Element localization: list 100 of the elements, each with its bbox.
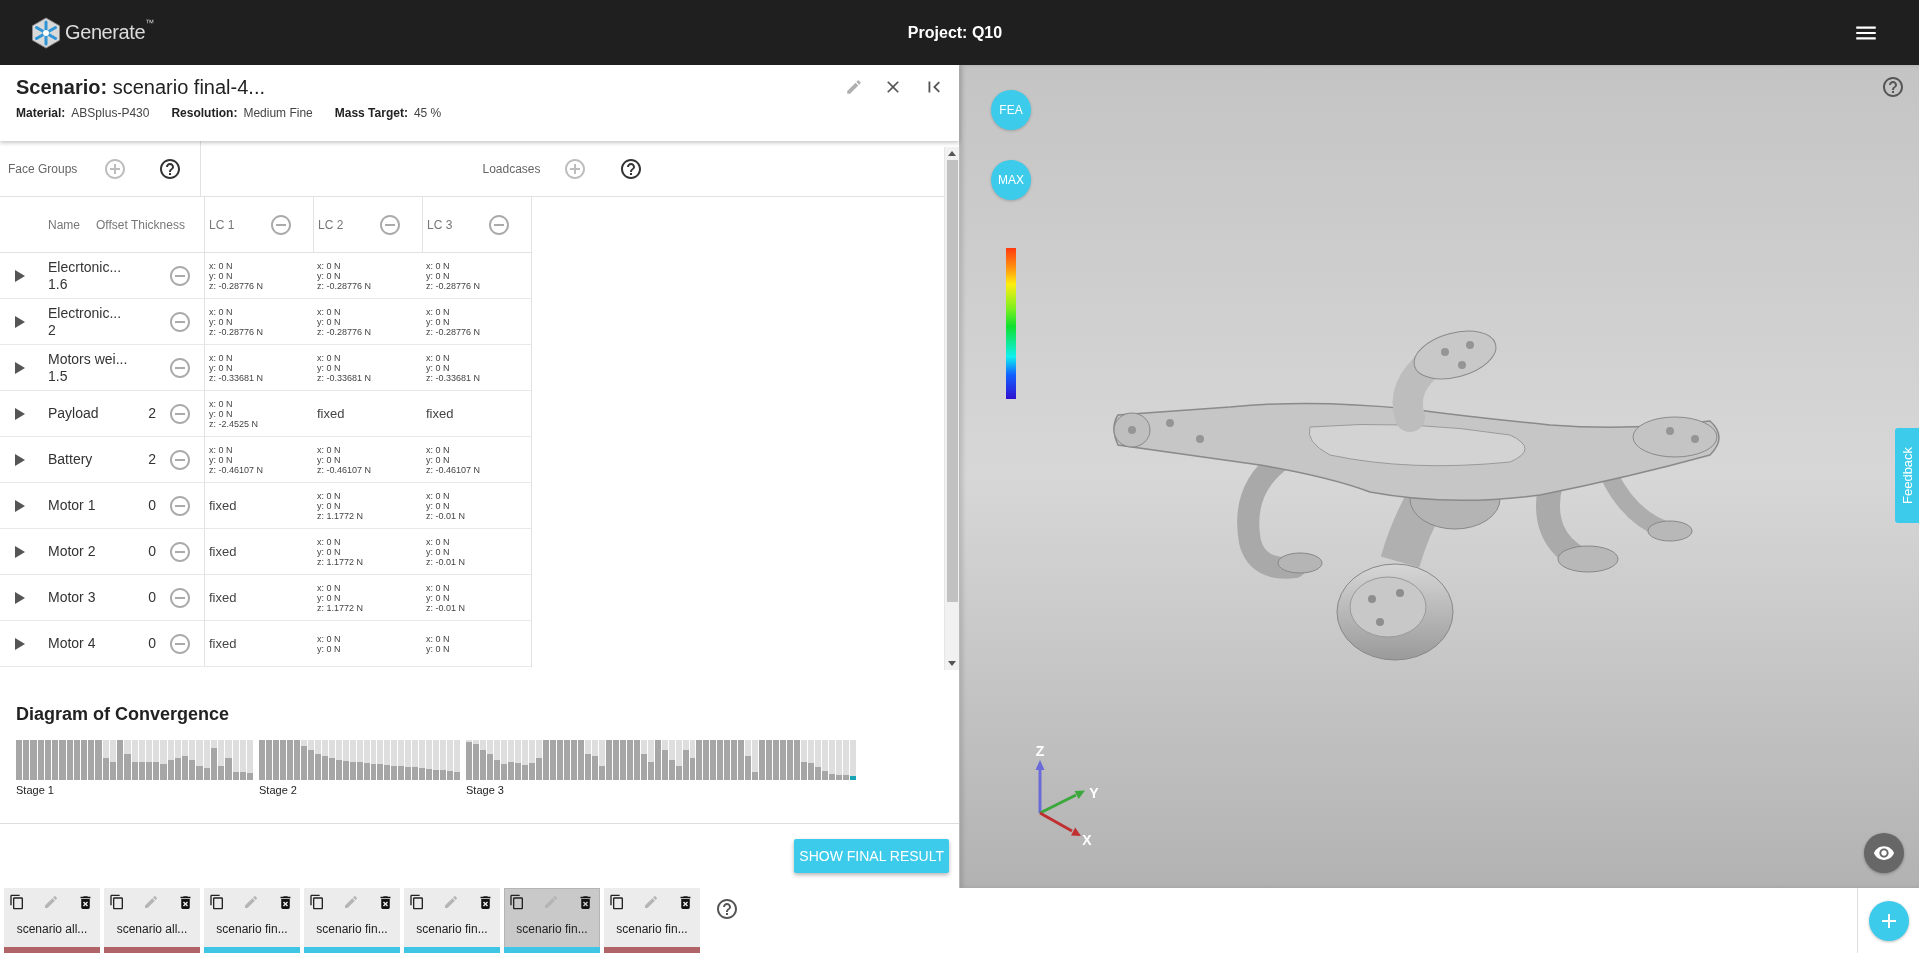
expand-icon[interactable] — [15, 499, 25, 512]
field-value: ABSplus-P430 — [71, 105, 150, 121]
axis-label: Z — [1035, 743, 1045, 759]
force-value: x: 0 N — [317, 490, 341, 501]
scenario-tab[interactable]: scenario fin... — [204, 888, 300, 953]
expand-icon[interactable] — [15, 361, 25, 374]
load-value: fixed — [209, 590, 237, 605]
stage-label: Stage 3 — [466, 784, 504, 797]
force-value: x: 0 N — [426, 633, 450, 644]
expand-icon[interactable] — [15, 545, 25, 558]
force-value: z: -2.4525 N — [209, 418, 259, 429]
copy-icon[interactable] — [309, 894, 325, 910]
x-axis-arrow — [1039, 811, 1081, 836]
scenario-tab[interactable]: scenario all... — [4, 888, 100, 953]
force-value: y: 0 N — [426, 643, 450, 654]
row-name: Motor 3 — [48, 589, 96, 606]
expand-icon[interactable] — [15, 453, 25, 466]
force-value: x: 0 N — [317, 633, 341, 644]
row-name: Motor 2 — [48, 543, 96, 560]
force-value: x: 0 N — [317, 582, 341, 593]
expand-icon[interactable] — [15, 315, 25, 328]
stage-label: Stage 2 — [259, 784, 297, 797]
force-value: x: 0 N — [317, 444, 341, 455]
row-name: Payload — [48, 405, 99, 422]
row-name: Motors wei... — [48, 350, 128, 368]
force-value: z: -0.33681 N — [209, 372, 264, 383]
field-label: Material: — [16, 105, 66, 121]
copy-icon[interactable] — [209, 894, 225, 910]
row-name: Electronic... — [48, 304, 122, 322]
offset-value: 2 — [148, 451, 156, 468]
visibility-button[interactable] — [1864, 833, 1904, 873]
load-value: fixed — [209, 544, 237, 559]
force-value: x: 0 N — [426, 352, 450, 363]
column-header: LC 3 — [427, 217, 453, 232]
copy-icon[interactable] — [109, 894, 125, 910]
force-value: z: 1.1772 N — [317, 510, 364, 521]
force-value: x: 0 N — [426, 306, 450, 317]
copy-icon[interactable] — [509, 894, 525, 910]
load-value: fixed — [209, 498, 237, 513]
scenario-tab[interactable]: scenario fin... — [504, 888, 600, 953]
load-value: fixed — [209, 636, 237, 651]
expand-icon[interactable] — [15, 591, 25, 604]
force-value: z: -0.28776 N — [209, 326, 264, 337]
force-value: y: 0 N — [317, 546, 341, 557]
field-value: Medium Fine — [243, 105, 313, 121]
face-groups-label: Face Groups — [8, 161, 79, 176]
copy-icon[interactable] — [609, 894, 625, 910]
force-value: y: 0 N — [317, 362, 341, 373]
help-icon[interactable] — [715, 897, 739, 921]
offset-value: 1.5 — [48, 367, 68, 385]
offset-value: 1.6 — [48, 275, 68, 293]
help-icon[interactable] — [618, 156, 643, 181]
convergence-title: Diagram of Convergence — [16, 703, 230, 725]
copy-icon[interactable] — [409, 894, 425, 910]
force-value: x: 0 N — [317, 536, 341, 547]
arrow-down-icon[interactable] — [948, 661, 956, 666]
force-value: y: 0 N — [426, 362, 450, 373]
force-value: z: -0.28776 N — [317, 326, 372, 337]
force-value: y: 0 N — [209, 454, 233, 465]
project-title: Project: Q10 — [907, 23, 1003, 42]
arrow-up-icon[interactable] — [948, 151, 956, 156]
load-value: fixed — [426, 406, 454, 421]
offset-value: 2 — [148, 405, 156, 422]
force-value: y: 0 N — [426, 592, 450, 603]
scenario-tab[interactable]: scenario fin... — [304, 888, 400, 953]
force-value: y: 0 N — [209, 270, 233, 281]
force-value: z: -0.28776 N — [209, 280, 264, 291]
column-header: LC 2 — [318, 217, 344, 232]
force-value: y: 0 N — [426, 316, 450, 327]
expand-icon[interactable] — [15, 407, 25, 420]
offset-value: 0 — [148, 635, 156, 652]
column-header: LC 1 — [209, 217, 235, 232]
help-icon[interactable] — [158, 156, 182, 181]
force-value: y: 0 N — [426, 454, 450, 465]
force-value: z: -0.46107 N — [426, 464, 481, 475]
force-value: z: -0.28776 N — [426, 280, 481, 291]
logo-icon — [31, 16, 61, 49]
force-value: z: -0.01 N — [426, 602, 465, 613]
force-value: x: 0 N — [209, 398, 233, 409]
force-value: x: 0 N — [209, 260, 233, 271]
force-value: x: 0 N — [209, 444, 233, 455]
scrollbar[interactable] — [944, 147, 959, 670]
force-value: y: 0 N — [317, 592, 341, 603]
force-value: y: 0 N — [317, 500, 341, 511]
expand-icon[interactable] — [15, 637, 25, 650]
scrollbar-thumb[interactable] — [946, 160, 958, 602]
copy-icon[interactable] — [9, 894, 25, 910]
offset-value: 2 — [48, 321, 56, 339]
scenario-tab[interactable]: scenario all... — [104, 888, 200, 953]
expand-icon[interactable] — [15, 269, 25, 282]
offset-value: 0 — [148, 543, 156, 560]
offset-value: 0 — [148, 589, 156, 606]
scenario-tab[interactable]: scenario fin... — [404, 888, 500, 953]
field-value: 45 % — [413, 105, 442, 121]
force-value: z: -0.28776 N — [426, 326, 481, 337]
scenario-tab[interactable]: scenario fin... — [604, 888, 700, 953]
row-name: Battery — [48, 451, 93, 468]
force-value: z: 1.1772 N — [317, 602, 364, 613]
force-value: y: 0 N — [426, 546, 450, 557]
axis-label: Y — [1089, 785, 1099, 801]
